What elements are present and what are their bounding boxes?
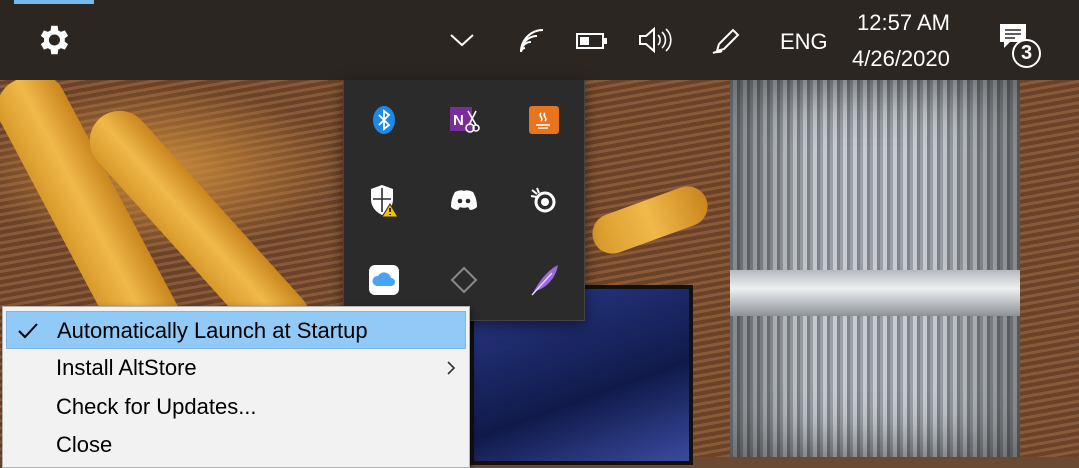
- clock-time[interactable]: 12:57 AM: [857, 10, 950, 36]
- gear-icon: [40, 25, 69, 55]
- taskbar: ENG 12:57 AM 4/26/2020 3: [0, 0, 1079, 80]
- altserver-context-menu: Automatically Launch at Startup Install …: [2, 306, 470, 468]
- tray-item-discord[interactable]: [444, 180, 484, 220]
- wallpaper-pillar-band: [730, 270, 1020, 316]
- input-language-indicator[interactable]: ENG: [780, 29, 828, 55]
- pen-workspace-icon: [712, 28, 740, 54]
- java-icon: [529, 106, 559, 134]
- checkmark-icon: [18, 323, 38, 339]
- pen-workspace-button[interactable]: [706, 20, 746, 60]
- tray-item-bluetooth[interactable]: [364, 100, 404, 140]
- show-hidden-icons-button[interactable]: [442, 22, 482, 58]
- menu-item-check-for-updates[interactable]: Check for Updates...: [6, 388, 466, 426]
- action-center-button[interactable]: 3: [996, 20, 1050, 70]
- notification-count-badge: 3: [1012, 39, 1041, 68]
- icloud-icon: [369, 265, 399, 295]
- tray-item-java[interactable]: [524, 100, 564, 140]
- speaker-icon: [639, 26, 672, 54]
- menu-item-label: Automatically Launch at Startup: [57, 318, 368, 343]
- chevron-up-icon: [450, 34, 474, 47]
- wallpaper-beam: [586, 180, 714, 260]
- menu-item-install-altstore[interactable]: Install AltStore: [6, 349, 466, 387]
- menu-item-close[interactable]: Close: [6, 426, 466, 464]
- windows-security-warning-icon: [371, 185, 399, 217]
- menu-item-label: Check for Updates...: [56, 394, 257, 419]
- tray-item-feather[interactable]: [524, 260, 564, 300]
- menu-item-label: Close: [56, 432, 113, 457]
- tray-item-icloud[interactable]: [364, 260, 404, 300]
- bluetooth-icon: [373, 106, 395, 134]
- onenote-clipping-icon: N: [450, 107, 480, 133]
- volume-button[interactable]: [634, 22, 674, 58]
- menu-item-label: Install AltStore: [56, 355, 197, 380]
- notification-area-overflow-flyout: N: [343, 80, 585, 321]
- tray-item-steelseries[interactable]: [524, 180, 564, 220]
- altserver-diamond-icon: [450, 266, 478, 294]
- menu-item-launch-at-startup[interactable]: Automatically Launch at Startup: [6, 311, 466, 349]
- settings-button[interactable]: [30, 20, 76, 60]
- wifi-icon: [520, 29, 544, 53]
- wallpaper-pillar: [730, 80, 1020, 457]
- tray-item-onenote-clipping[interactable]: N: [444, 100, 484, 140]
- notification-count: 3: [1020, 42, 1033, 64]
- battery-icon: [576, 33, 607, 49]
- active-app-indicator: [14, 0, 94, 4]
- network-button[interactable]: [510, 22, 550, 58]
- clock-date[interactable]: 4/26/2020: [852, 46, 950, 72]
- feather-icon: [531, 265, 558, 296]
- battery-button[interactable]: [572, 24, 612, 58]
- submenu-arrow-icon: [447, 361, 456, 375]
- tray-item-altserver[interactable]: [444, 260, 484, 300]
- discord-icon: [451, 190, 477, 210]
- tray-item-windows-security[interactable]: [364, 180, 404, 220]
- steelseries-icon: [530, 187, 556, 213]
- svg-text:N: N: [453, 112, 464, 129]
